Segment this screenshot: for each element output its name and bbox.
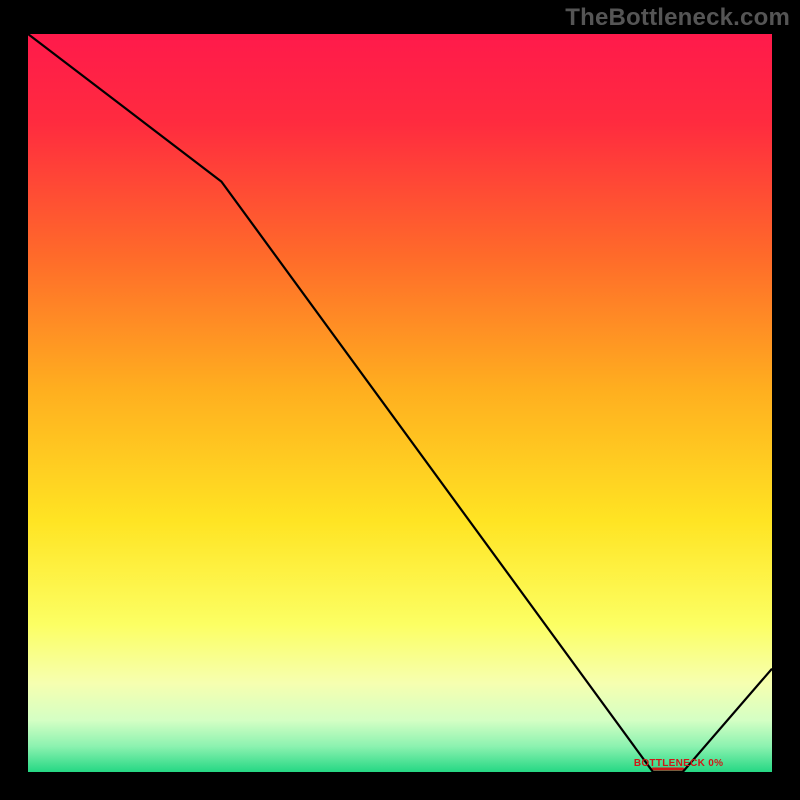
watermark-text: TheBottleneck.com <box>565 4 790 32</box>
chart-frame: TheBottleneck.com BOTTLENECK 0% <box>0 0 800 800</box>
plot-area: BOTTLENECK 0% <box>28 34 772 772</box>
bottleneck-marker-label: BOTTLENECK 0% <box>634 758 723 769</box>
chart-svg <box>28 34 772 772</box>
